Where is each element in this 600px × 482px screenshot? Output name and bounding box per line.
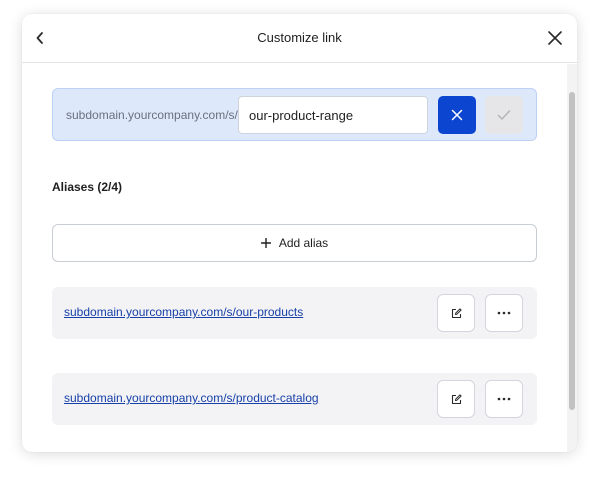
close-icon — [548, 31, 562, 45]
confirm-edit-button[interactable] — [485, 96, 523, 134]
alias-link[interactable]: subdomain.yourcompany.com/s/our-products — [64, 305, 303, 319]
cancel-edit-button[interactable] — [438, 96, 476, 134]
more-options-button[interactable] — [485, 294, 523, 332]
scrollbar[interactable] — [567, 64, 577, 452]
dialog-header: Customize link — [22, 14, 577, 63]
slug-input[interactable] — [238, 96, 428, 134]
edit-icon — [451, 393, 462, 404]
alias-row: subdomain.yourcompany.com/s/our-products — [52, 287, 537, 339]
alias-link[interactable]: subdomain.yourcompany.com/s/product-cata… — [64, 391, 319, 405]
alias-row: subdomain.yourcompany.com/s/product-cata… — [52, 373, 537, 425]
plus-icon — [260, 238, 271, 248]
scrollbar-thumb[interactable] — [569, 92, 575, 410]
add-alias-label: Add alias — [278, 236, 329, 250]
dialog-title: Customize link — [257, 30, 342, 45]
more-horizontal-icon — [497, 397, 511, 401]
edit-alias-button[interactable] — [437, 294, 475, 332]
url-prefix: subdomain.yourcompany.com/s/ — [66, 108, 238, 122]
check-icon — [497, 110, 511, 120]
edit-icon — [451, 307, 462, 318]
more-horizontal-icon — [497, 311, 511, 315]
add-alias-button[interactable]: Add alias — [52, 224, 537, 262]
close-icon — [451, 109, 463, 121]
customize-link-dialog: Customize link subdomain.yourcompany.com… — [22, 14, 577, 452]
more-options-button[interactable] — [485, 380, 523, 418]
edit-alias-button[interactable] — [437, 380, 475, 418]
aliases-heading: Aliases (2/4) — [52, 180, 123, 194]
slug-editor: subdomain.yourcompany.com/s/ — [52, 88, 537, 141]
close-button[interactable] — [545, 27, 565, 49]
